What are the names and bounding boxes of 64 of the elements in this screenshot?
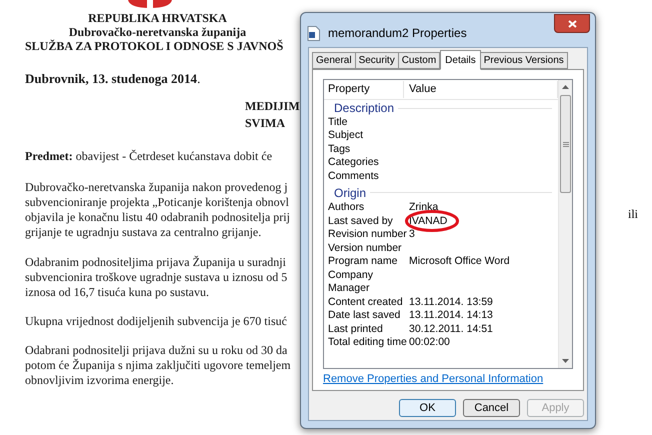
document-heading: SLUŽBA ZA PROTOKOL I ODNOSE S JAVNOŠ xyxy=(25,39,284,53)
document-text: obnovljivim izvorima energije. xyxy=(25,373,174,388)
property-name: Version number xyxy=(327,240,403,256)
document-text: subvencioniranje projekta „Poticanje korištenja obnovl xyxy=(25,195,289,210)
property-name: Subject xyxy=(327,128,364,144)
property-name: Authors xyxy=(327,200,366,216)
document-text: grijanje te ugradnju sustava za centralno grijanje. xyxy=(25,225,262,240)
property-name: Date last saved xyxy=(327,308,402,324)
document-text: potom će Županija s njima zaključiti ugovore temeljem xyxy=(25,358,291,373)
property-value: Zrinka xyxy=(409,200,438,216)
recipient-line: MEDIJIM xyxy=(245,98,300,115)
dialog-button[interactable]: Cancel xyxy=(463,399,520,417)
document-text: Dubrovačko-neretvanska županija nakon provedenog j xyxy=(25,180,288,195)
property-value: Microsoft Office Word xyxy=(409,254,510,270)
document-text: subvencionira troškove ugradnje sustava u iznosu od 5 xyxy=(25,270,288,285)
dialog-button[interactable]: OK xyxy=(399,399,456,417)
document-date: Dubrovnik, 13. studenoga 2014. xyxy=(25,71,202,86)
tab[interactable]: Details xyxy=(440,50,481,70)
tab[interactable]: Previous Versions xyxy=(480,52,568,69)
document-text: Odabrani podnositelji prijava dužni su u roku od 30 da xyxy=(25,343,288,358)
property-name: Tags xyxy=(327,142,352,157)
property-name: Categories xyxy=(327,155,380,170)
document-text: ili xyxy=(628,207,638,222)
tab[interactable]: General xyxy=(312,52,356,69)
document-text: Ukupna vrijednost dodijeljenih subvencija je 670 tisuć xyxy=(25,314,287,329)
property-name: Company xyxy=(327,268,374,283)
grip-icon xyxy=(562,142,568,146)
remove-properties-link[interactable]: Remove Properties and Personal Information xyxy=(323,371,544,388)
property-name: Revision number xyxy=(327,227,404,242)
scrollbar-thumb[interactable] xyxy=(560,95,571,193)
document-text: Odabranim podnositeljima prijava Županija u suradnji xyxy=(25,255,286,270)
recipient-line: SVIMA xyxy=(245,115,286,132)
document-icon xyxy=(307,26,320,40)
tab[interactable]: Security xyxy=(356,52,399,69)
property-name: Comments xyxy=(327,168,380,184)
property-name: Last saved by xyxy=(327,214,394,229)
close-button[interactable] xyxy=(554,14,590,33)
group-header: Origin xyxy=(334,184,366,202)
group-header: Description xyxy=(334,100,394,117)
scroll-up-icon[interactable] xyxy=(562,85,569,89)
property-name: Manager xyxy=(327,281,370,296)
document-text: objavila je konačnu listu 40 odabranih podnositelja prij xyxy=(25,210,290,225)
scroll-down-icon[interactable] xyxy=(562,359,569,363)
property-name: Total editing time xyxy=(327,335,404,350)
property-name: Program name xyxy=(327,254,398,270)
document-text: iznosa od 16,7 tisuća kuna po sustavu. xyxy=(25,285,209,300)
crest-icon xyxy=(126,0,174,8)
window-title: memorandum2 Properties xyxy=(328,25,467,42)
property-name: Content created xyxy=(327,294,404,310)
property-value: 3 xyxy=(409,227,415,242)
document-heading: Dubrovačko-neretvanska županija xyxy=(68,25,246,39)
property-value: IVANAD xyxy=(409,214,448,230)
scrollbar[interactable] xyxy=(558,80,572,368)
property-name: Title xyxy=(327,114,348,130)
document-subject: Predmet: obavijest - Četrdeset kućanstava dobit će xyxy=(25,149,274,164)
property-name: Last printed xyxy=(327,322,384,337)
column-header[interactable]: Property xyxy=(324,81,404,98)
close-icon xyxy=(568,20,576,28)
document-heading: REPUBLIKA HRVATSKA xyxy=(88,11,227,25)
property-value: 13.11.2014. 13:59 xyxy=(409,294,493,310)
tab[interactable]: Custom xyxy=(398,52,440,69)
property-value: 30.12.2011. 14:51 xyxy=(409,322,493,337)
property-value: 00:02:00 xyxy=(409,335,450,350)
property-value: 13.11.2014. 14:13 xyxy=(409,308,493,324)
